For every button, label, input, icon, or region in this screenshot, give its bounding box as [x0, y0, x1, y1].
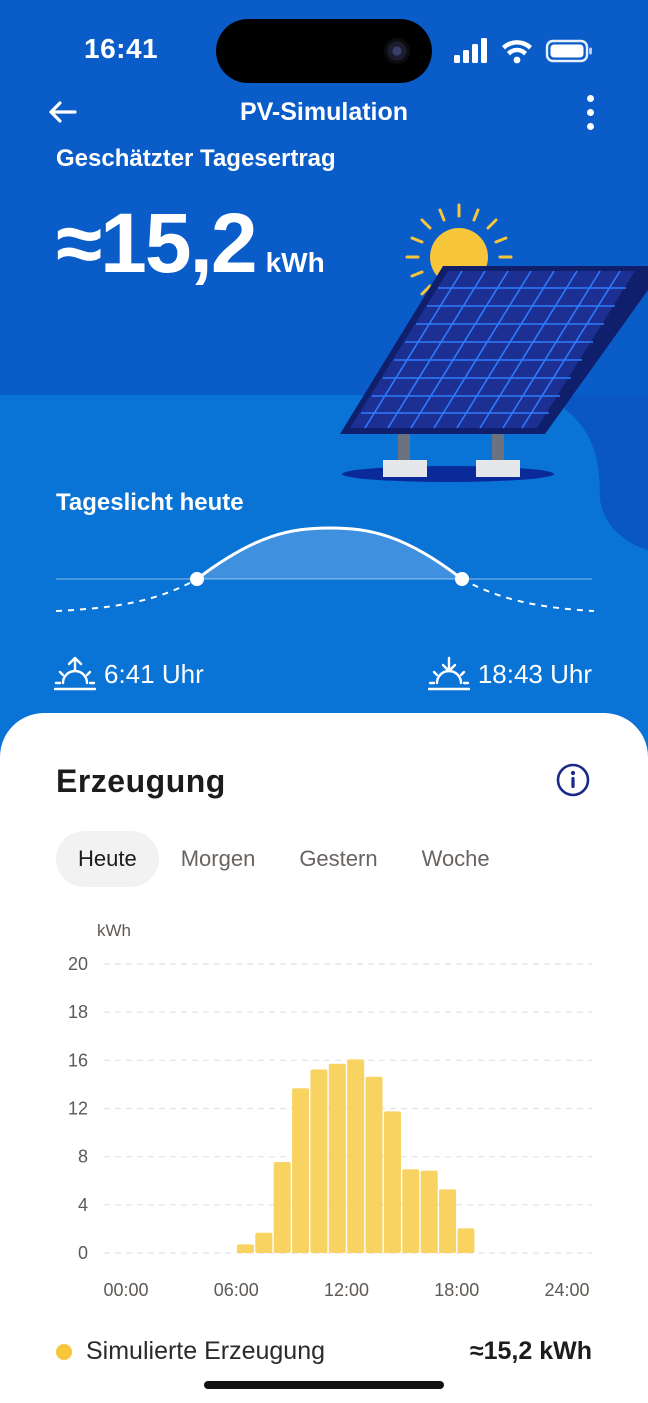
dynamic-island	[216, 19, 432, 83]
bar-10.5	[310, 1069, 328, 1253]
production-bar-chart: kWh 0 4 8 12 16 18 20 00:00 06:00 12:00 18:00 24:00	[68, 921, 592, 1300]
daily-yield: ≈15,2 kWh	[56, 195, 325, 292]
bar-17.5	[439, 1189, 457, 1253]
bar-8.5	[273, 1161, 291, 1253]
bar-16.5	[420, 1170, 438, 1253]
bar-7.5	[255, 1232, 273, 1253]
daily-yield-label: Geschätzter Tagesertrag	[56, 145, 336, 172]
bar-6.5	[236, 1244, 254, 1253]
x-tick-label: 00:00	[103, 1280, 148, 1300]
bar-11.5	[328, 1063, 346, 1253]
period-tabs: Heute Morgen Gestern Woche	[56, 831, 512, 887]
y-tick-label: 18	[68, 1002, 88, 1022]
legend-label: Simulierte Erzeugung	[86, 1337, 326, 1365]
daily-yield-value: ≈15,2	[56, 196, 258, 290]
tab-woche[interactable]: Woche	[400, 831, 512, 887]
x-tick-label: 18:00	[434, 1280, 479, 1300]
bar-13.5	[365, 1076, 383, 1253]
bar-15.5	[402, 1169, 420, 1253]
bar-12.5	[347, 1059, 365, 1253]
y-tick-label: 12	[68, 1099, 88, 1119]
tab-gestern[interactable]: Gestern	[277, 831, 399, 887]
sunrise-label: 6:41 Uhr	[104, 658, 204, 689]
sunrise-time: 6:41 Uhr	[54, 656, 204, 692]
x-tick-label: 12:00	[324, 1280, 369, 1300]
legend-value: ≈15,2 kWh	[469, 1337, 592, 1365]
sunrise-icon	[54, 656, 96, 691]
y-tick-label: 4	[78, 1195, 88, 1215]
y-tick-label: 20	[68, 954, 88, 974]
status-icons	[454, 38, 592, 64]
x-tick-label: 24:00	[544, 1280, 589, 1300]
wifi-icon	[502, 40, 532, 64]
home-indicator	[204, 1381, 444, 1389]
status-bar: 16:41	[0, 0, 648, 100]
tab-morgen[interactable]: Morgen	[159, 831, 278, 887]
bar-18.5	[457, 1228, 475, 1253]
bar-9.5	[292, 1088, 310, 1253]
tab-heute[interactable]: Heute	[56, 831, 159, 887]
y-tick-label: 16	[68, 1050, 88, 1070]
cellular-signal-icon	[454, 38, 487, 63]
daily-yield-unit: kWh	[265, 247, 325, 278]
y-tick-label: 8	[78, 1147, 88, 1167]
info-icon[interactable]	[556, 763, 590, 797]
sunset-label: 18:43 Uhr	[477, 658, 592, 689]
page-title: PV-Simulation	[239, 98, 409, 126]
legend-dot	[56, 1344, 72, 1360]
solar-panel-illustration	[340, 203, 648, 482]
x-tick-label: 06:00	[214, 1280, 259, 1300]
section-title: Erzeugung	[56, 763, 226, 799]
sunset-time: 18:43 Uhr	[427, 656, 592, 692]
battery-icon	[545, 39, 592, 63]
y-axis-unit: kWh	[97, 921, 131, 940]
chart-legend: Simulierte Erzeugung ≈15,2 kWh	[56, 1335, 592, 1367]
top-navigation: PV-Simulation	[0, 88, 648, 138]
more-vertical-icon	[586, 94, 594, 102]
hero-section: 16:41 PV-Simulation Geschätzter Tagesert…	[0, 0, 648, 760]
camera-icon	[384, 38, 410, 64]
y-tick-label: 0	[78, 1243, 88, 1263]
more-options-button[interactable]	[578, 92, 602, 132]
daylight-curve	[55, 526, 595, 612]
sunset-icon	[427, 656, 470, 691]
solar-panel-icon	[340, 266, 648, 434]
production-sheet: Erzeugung Heute Morgen Gestern Woche kWh…	[0, 713, 648, 1403]
status-time: 16:41	[84, 33, 159, 64]
bar-14.5	[383, 1111, 401, 1253]
